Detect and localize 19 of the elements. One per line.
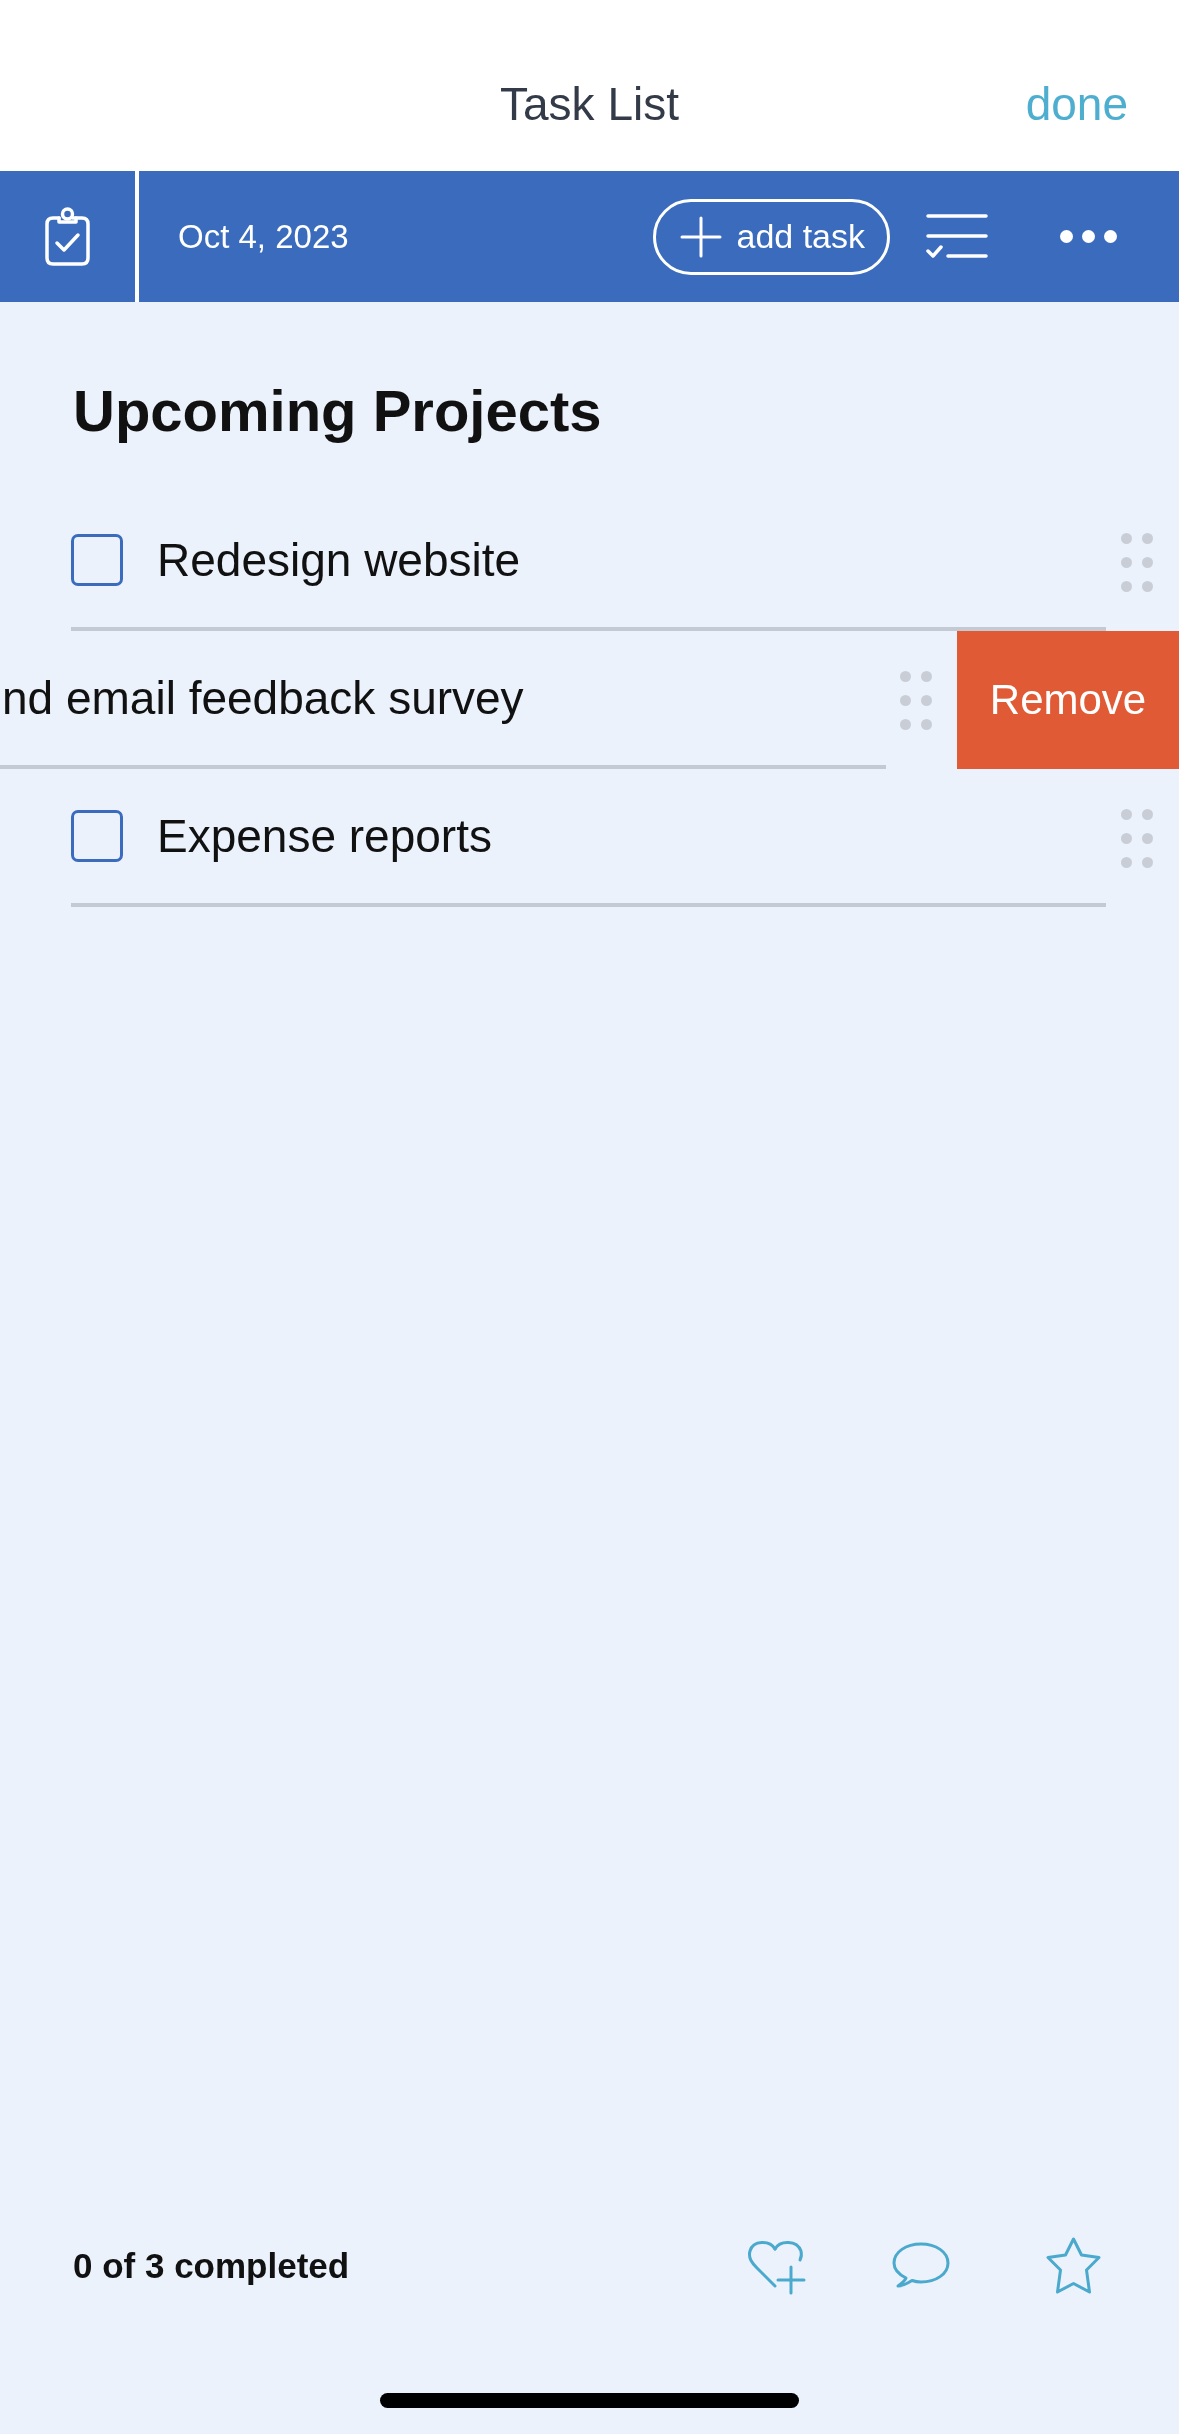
drag-handle-icon[interactable] bbox=[1121, 532, 1153, 592]
plus-icon bbox=[680, 215, 723, 258]
task-text: Redesign website bbox=[157, 533, 521, 587]
checklist-icon[interactable] bbox=[926, 213, 988, 260]
task-text: nd email feedback survey bbox=[1, 671, 524, 725]
screen-title: Task List bbox=[500, 77, 679, 132]
drag-handle-icon[interactable] bbox=[1121, 808, 1153, 868]
checkbox[interactable] bbox=[71, 810, 123, 862]
date-label: Oct 4, 2023 bbox=[178, 217, 349, 256]
remove-button[interactable]: Remove bbox=[957, 631, 1179, 769]
drag-handle-icon[interactable] bbox=[900, 670, 932, 730]
list-title: Upcoming Projects bbox=[73, 377, 603, 445]
completion-summary: 0 of 3 completed bbox=[73, 2246, 350, 2286]
task-text: Expense reports bbox=[157, 809, 492, 863]
done-button[interactable]: done bbox=[1025, 77, 1128, 132]
checkbox[interactable] bbox=[71, 534, 123, 586]
clipboard-check-icon[interactable] bbox=[44, 206, 91, 267]
add-task-button[interactable]: add task bbox=[653, 198, 890, 275]
more-icon[interactable] bbox=[1060, 230, 1117, 243]
